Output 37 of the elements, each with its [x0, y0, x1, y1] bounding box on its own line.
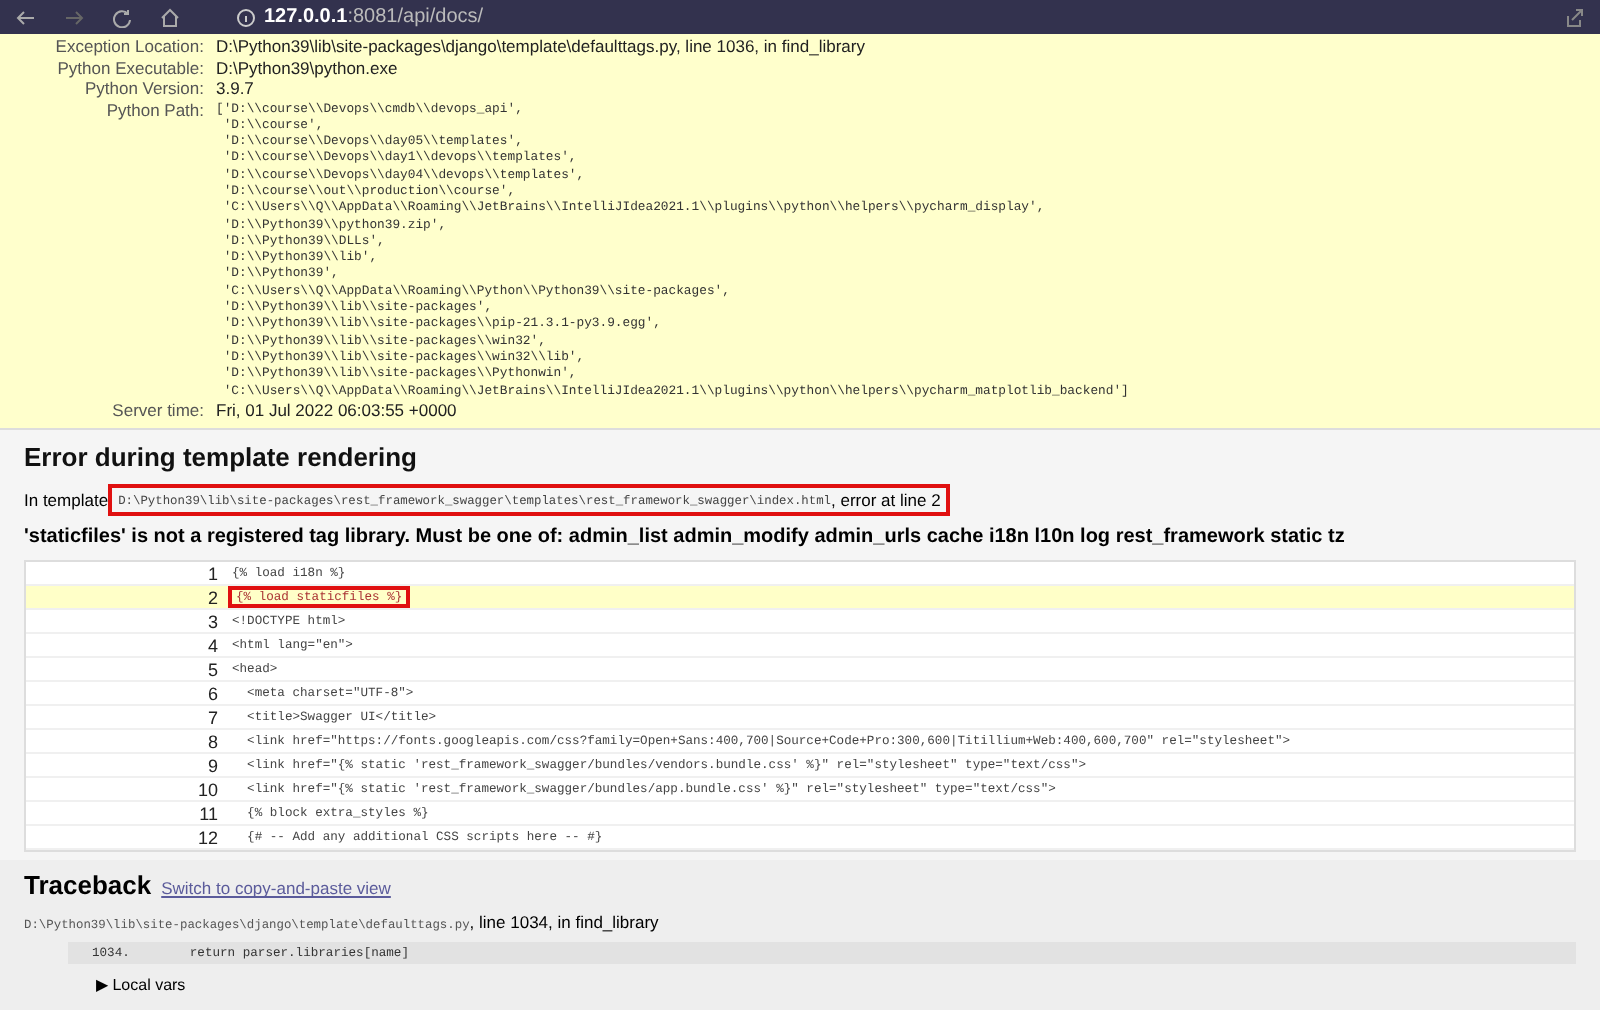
share-icon[interactable] [1564, 7, 1584, 27]
line-number: 7 [205, 707, 220, 728]
info-value: Fri, 01 Jul 2022 06:03:55 +0000 [216, 399, 457, 421]
line-number: 6 [205, 683, 220, 704]
info-value: 3.9.7 [216, 78, 254, 99]
error-line-text: , error at line 2 [831, 490, 941, 511]
line-number: 11 [197, 803, 220, 824]
line-number: 12 [195, 827, 220, 848]
url-path: :8081/api/docs/ [347, 6, 484, 28]
line-number: 2 [205, 587, 220, 608]
line-number: 1 [205, 563, 220, 584]
info-label: Python Version: [82, 78, 206, 99]
info-icon [236, 7, 256, 27]
section-heading: Traceback [24, 870, 152, 901]
address-field[interactable]: 127.0.0.1:8081/api/docs/ [236, 6, 484, 28]
line-number: 4 [205, 635, 220, 656]
template-label: In template [24, 490, 109, 511]
copy-paste-view-link[interactable]: Switch to copy-and-paste view [161, 878, 391, 899]
line-number: 5 [205, 659, 220, 680]
section-heading: Error during template rendering [24, 442, 419, 473]
info-value: D:\Python39\lib\site-packages\django\template\defaulttags.py, line 1036, in find_library [216, 36, 865, 57]
line-number: 8 [205, 731, 220, 752]
frame-info: , line 1034, in find_library [469, 912, 659, 933]
error-message: 'staticfiles' is not a registered tag library. Must be one of: admin_list admin_modify admin_urls cache i18n l10n log rest_framework static tz [24, 526, 1347, 549]
info-value: D:\Python39\python.exe [216, 57, 398, 78]
back-icon[interactable] [16, 7, 36, 27]
info-label: Exception Location: [53, 36, 206, 57]
local-vars-toggle[interactable]: ▶ Local vars [96, 976, 186, 995]
info-label: Server time: [110, 399, 206, 421]
info-label: Python Path: [104, 99, 206, 120]
home-icon[interactable] [160, 7, 180, 27]
info-label: Python Executable: [55, 57, 206, 78]
line-number: 3 [205, 611, 220, 632]
line-number: 9 [205, 755, 220, 776]
reload-icon[interactable] [112, 7, 132, 27]
url-host: 127.0.0.1 [264, 6, 348, 28]
line-number: 10 [195, 779, 220, 800]
